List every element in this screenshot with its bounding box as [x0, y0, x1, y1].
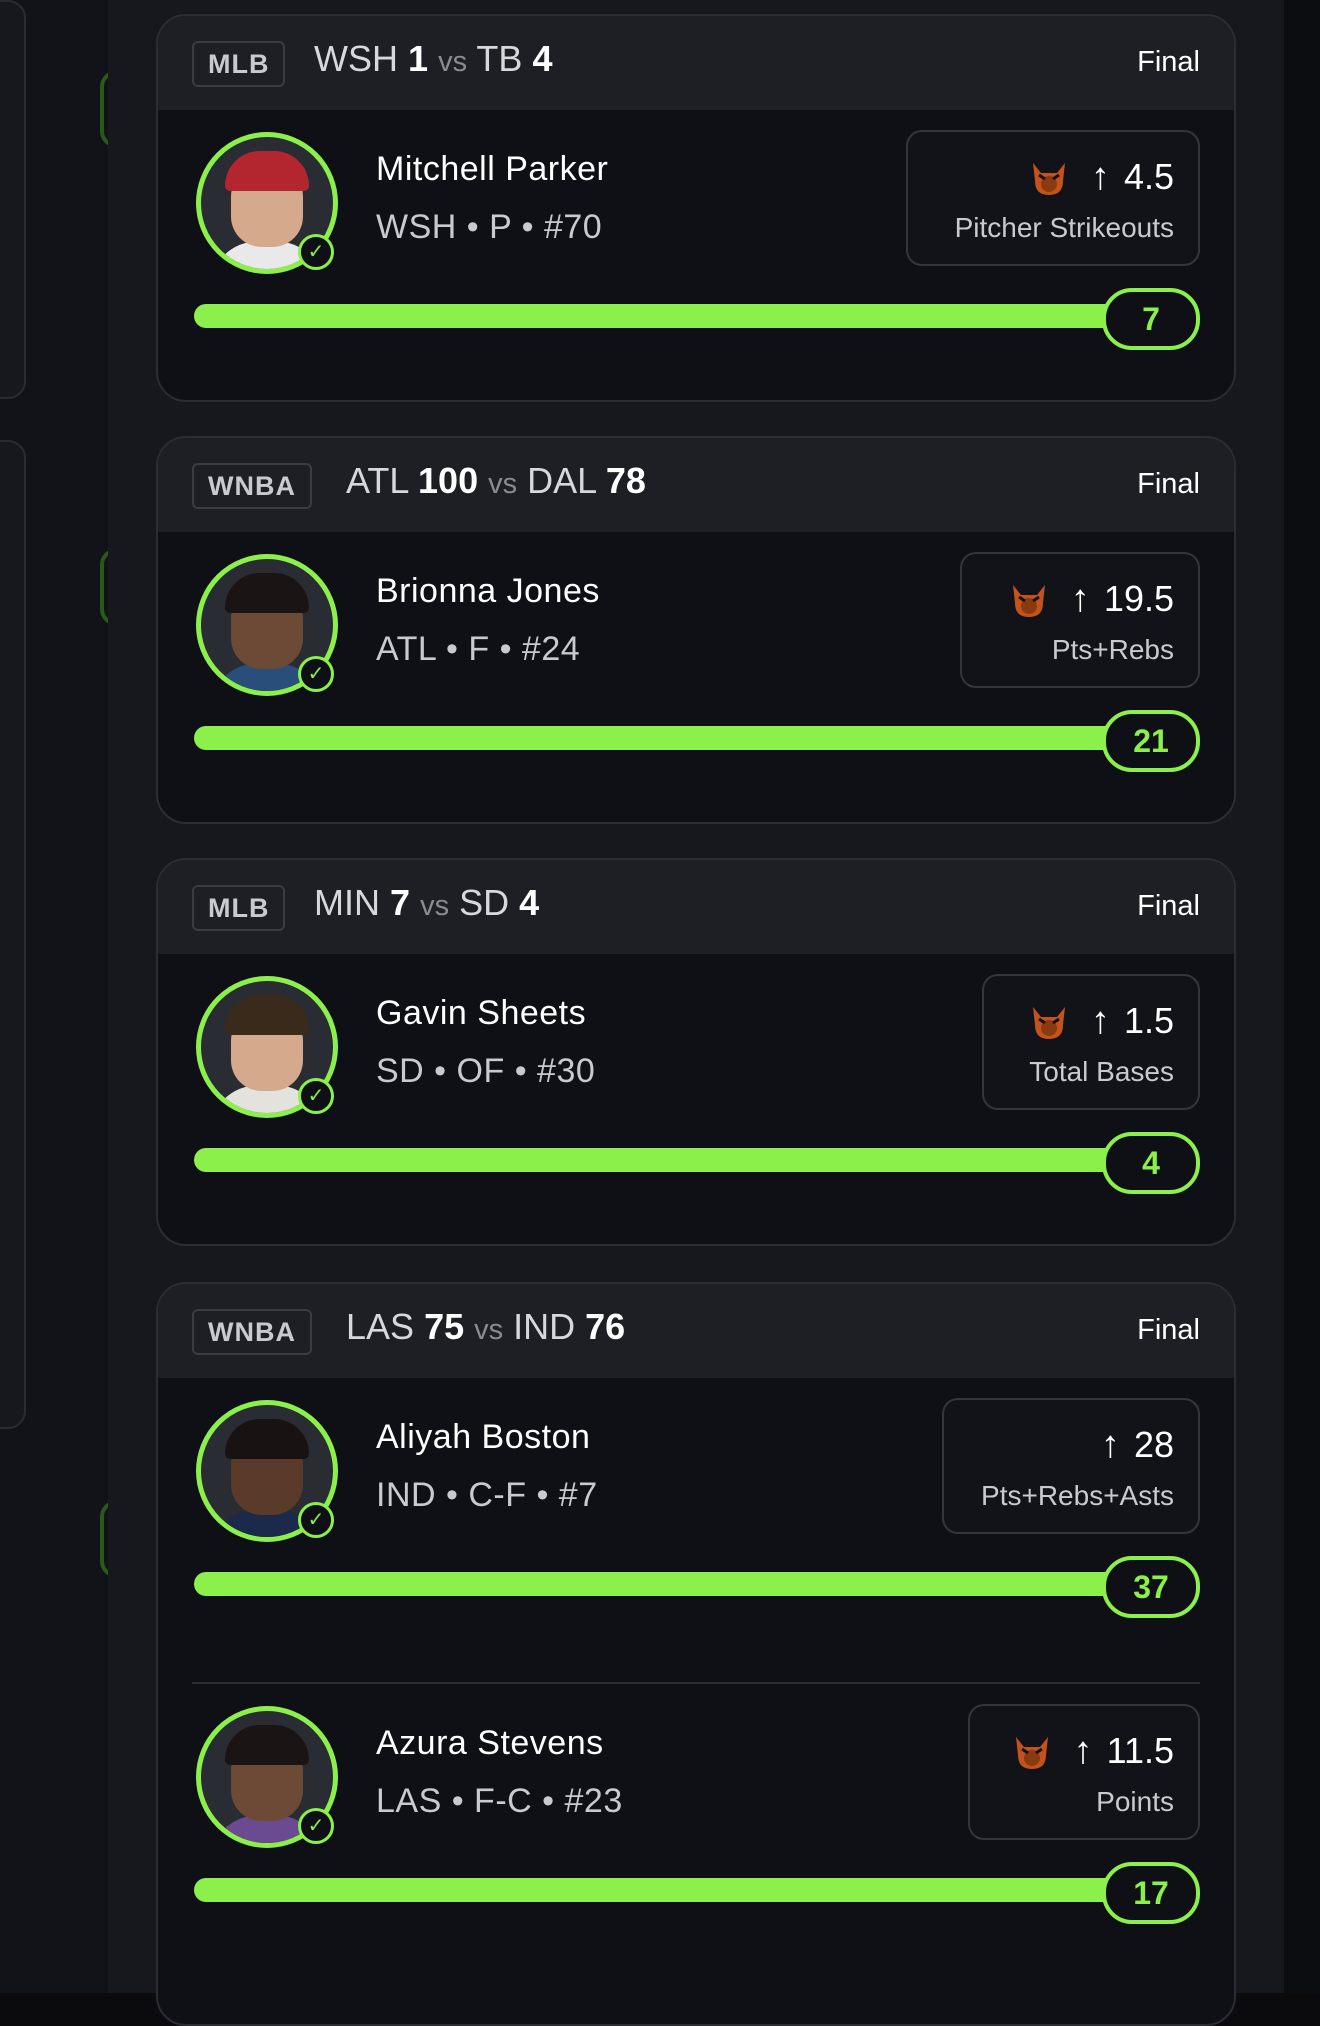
result-badge: 21 [1102, 710, 1200, 772]
game-status: Final [1137, 46, 1200, 78]
game-score: LAS 75 vs IND 76 [346, 1306, 626, 1347]
prop-stat: Total Bases [1029, 1056, 1174, 1087]
check-icon: ✓ [298, 1808, 334, 1844]
background-previous-column [0, 0, 134, 1993]
league-badge: WNBA [192, 1309, 312, 1355]
prop-box: ↑ 4.5 Pitcher Strikeouts [906, 130, 1200, 266]
prop-line: 11.5 [1106, 1730, 1174, 1771]
game-status: Final [1137, 1314, 1200, 1346]
pick-row[interactable]: ✓ Azura Stevens LAS • F-C • #23 ↑ 11.5 Po… [192, 1682, 1200, 1988]
demon-icon [1012, 585, 1045, 618]
arrow-up-icon: ↑ [1070, 578, 1090, 620]
demon-icon [1032, 1007, 1065, 1040]
background-next-column [1284, 0, 1320, 1993]
demon-icon [1015, 1737, 1048, 1770]
arrow-up-icon: ↑ [1100, 1424, 1120, 1466]
league-badge: WNBA [192, 463, 312, 509]
demon-icon [1032, 163, 1065, 196]
player-name: Aliyah Boston [376, 1418, 591, 1456]
game-card[interactable]: MLB MIN 7 vs SD 4 Final ✓ Gavin Sheets S… [156, 858, 1236, 1246]
progress-bar [194, 1148, 1134, 1172]
player-name: Azura Stevens [376, 1724, 604, 1762]
game-score: ATL 100 vs DAL 78 [346, 460, 646, 501]
pick-row[interactable]: ✓ Aliyah Boston IND • C-F • #7 ↑ 28 Pts+R… [158, 1378, 1234, 1682]
game-status: Final [1137, 890, 1200, 922]
game-score: WSH 1 vs TB 4 [314, 38, 553, 79]
prop-line: 1.5 [1123, 1000, 1174, 1041]
game-score: MIN 7 vs SD 4 [314, 882, 540, 923]
pick-row[interactable]: ✓ Brionna Jones ATL • F • #24 ↑ 19.5 Pts+… [158, 532, 1234, 822]
prop-box: ↑ 28 Pts+Rebs+Asts [942, 1398, 1200, 1534]
game-card-header: MLB WSH 1 vs TB 4 Final [158, 16, 1234, 110]
result-badge: 17 [1102, 1862, 1200, 1924]
check-icon: ✓ [298, 1502, 334, 1538]
prop-stat: Pts+Rebs [1051, 634, 1174, 665]
league-badge: MLB [192, 41, 286, 87]
game-card[interactable]: WNBA LAS 75 vs IND 76 Final ✓ Aliyah Bos… [156, 1282, 1236, 2026]
result-badge: 7 [1102, 288, 1200, 350]
league-badge: MLB [192, 885, 286, 931]
check-icon: ✓ [298, 234, 334, 270]
player-meta: LAS • F-C • #23 [376, 1782, 623, 1820]
player-name: Brionna Jones [376, 572, 600, 610]
arrow-up-icon: ↑ [1090, 156, 1110, 198]
game-card[interactable]: MLB WSH 1 vs TB 4 Final ✓ Mitchell Parke… [156, 14, 1236, 402]
game-card-header: MLB MIN 7 vs SD 4 Final [158, 860, 1234, 954]
player-name: Gavin Sheets [376, 994, 587, 1032]
player-meta: IND • C-F • #7 [376, 1476, 598, 1514]
prop-stat: Pitcher Strikeouts [954, 212, 1174, 243]
player-meta: ATL • F • #24 [376, 630, 581, 668]
background-card [0, 0, 26, 399]
check-icon: ✓ [298, 656, 334, 692]
result-badge: 4 [1102, 1132, 1200, 1194]
prop-box: ↑ 1.5 Total Bases [982, 974, 1200, 1110]
prop-line: 19.5 [1103, 578, 1174, 619]
player-name: Mitchell Parker [376, 150, 609, 188]
prop-line: 4.5 [1123, 156, 1174, 197]
result-badge: 37 [1102, 1556, 1200, 1618]
check-icon: ✓ [298, 1078, 334, 1114]
prop-box: ↑ 19.5 Pts+Rebs [960, 552, 1200, 688]
prop-box: ↑ 11.5 Points [968, 1704, 1200, 1840]
arrow-up-icon: ↑ [1090, 1000, 1110, 1042]
game-status: Final [1137, 468, 1200, 500]
background-card [0, 440, 26, 1429]
prop-stat: Pts+Rebs+Asts [981, 1480, 1174, 1511]
player-meta: WSH • P • #70 [376, 208, 603, 246]
progress-bar [194, 1878, 1134, 1902]
game-card-header: WNBA LAS 75 vs IND 76 Final [158, 1284, 1234, 1378]
player-meta: SD • OF • #30 [376, 1052, 596, 1090]
progress-bar [194, 726, 1134, 750]
prop-stat: Points [1096, 1786, 1174, 1817]
prop-line: 28 [1133, 1424, 1174, 1465]
progress-bar [194, 1572, 1134, 1596]
game-card-header: WNBA ATL 100 vs DAL 78 Final [158, 438, 1234, 532]
pick-row[interactable]: ✓ Mitchell Parker WSH • P • #70 ↑ 4.5 Pit… [158, 110, 1234, 400]
arrow-up-icon: ↑ [1073, 1730, 1093, 1772]
progress-bar [194, 304, 1134, 328]
game-card[interactable]: WNBA ATL 100 vs DAL 78 Final ✓ Brionna J… [156, 436, 1236, 824]
pick-row[interactable]: ✓ Gavin Sheets SD • OF • #30 ↑ 1.5 Total … [158, 954, 1234, 1244]
